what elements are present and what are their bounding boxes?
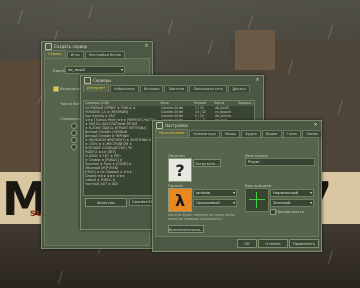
- tab-keyboard[interactable]: Клавиатура: [189, 130, 220, 137]
- window-icon: [156, 122, 163, 129]
- window-icon: [45, 43, 52, 50]
- enable-bots-checkbox[interactable]: [53, 86, 59, 92]
- logo-color-select[interactable]: Оранжевый: [193, 199, 237, 207]
- cancel-button[interactable]: Отмена: [258, 239, 288, 248]
- map-label: Карта: [53, 68, 65, 73]
- tab-video[interactable]: Видео: [261, 130, 282, 137]
- tab-friends[interactable]: Друзья: [228, 85, 250, 92]
- building-window: [235, 30, 275, 70]
- settings-title: Настройки: [165, 123, 188, 128]
- logo-type-select[interactable]: lambda: [193, 189, 237, 197]
- settings-window[interactable]: Настройки × Мультиплеер Клавиатура Мышь …: [152, 120, 322, 252]
- tab-history[interactable]: История: [139, 85, 164, 92]
- transparency-label: Прозрачность: [276, 209, 304, 214]
- lambda-logo-icon: λ: [168, 188, 192, 212]
- servers-title: Серверы: [93, 78, 112, 83]
- close-icon[interactable]: ×: [313, 123, 318, 128]
- window-icon: [84, 77, 91, 84]
- tab-mouse[interactable]: Мышь: [220, 130, 241, 137]
- difficulty-radio-4[interactable]: [71, 144, 77, 150]
- difficulty-radio-3[interactable]: [71, 137, 77, 143]
- tab-server[interactable]: Сервер: [44, 50, 66, 58]
- server-name-cell: Частный 24/7 ★ DD2: [85, 182, 119, 186]
- logo-hint-text: Логотип будет нанесен на стены после наж…: [168, 213, 235, 221]
- tab-voice[interactable]: Голос: [282, 130, 302, 137]
- filters-button[interactable]: Фильтры: [85, 198, 127, 207]
- close-icon[interactable]: ×: [144, 44, 149, 49]
- tab-bot-settings[interactable]: Настройки ботов: [84, 51, 125, 58]
- create-server-tabs: Сервер Игра Настройки ботов: [42, 50, 152, 58]
- difficulty-label: Сложность: [60, 116, 83, 121]
- tab-lan[interactable]: Локальная сеть: [189, 85, 228, 92]
- crosshair-style-select[interactable]: Нормальный: [270, 189, 314, 197]
- player-name-field[interactable]: Player: [245, 158, 315, 166]
- create-server-title: Создать сервер: [54, 44, 88, 49]
- apply-button[interactable]: Применить: [289, 239, 319, 248]
- ok-button[interactable]: ОК: [237, 239, 257, 248]
- servers-tabs: Интернет Избранное История Зрители Локал…: [81, 84, 263, 92]
- difficulty-radio-2[interactable]: [71, 130, 77, 136]
- advanced-button[interactable]: Дополнительно...: [168, 225, 204, 233]
- column-latency[interactable]: Задерж...: [238, 101, 254, 106]
- close-icon[interactable]: ×: [255, 78, 260, 83]
- tab-internet[interactable]: Интернет: [83, 84, 110, 92]
- tab-game[interactable]: Игра: [66, 51, 84, 58]
- crosshair-preview: [245, 188, 269, 212]
- settings-panel: Логотип ? Загрузить... Имя игрока Player…: [155, 137, 319, 237]
- tab-multiplayer[interactable]: Мультиплеер: [155, 129, 189, 137]
- map-select[interactable]: de_dust2: [65, 66, 125, 74]
- settings-tabs: Мультиплеер Клавиатура Мышь Аудио Видео …: [153, 129, 322, 137]
- tab-lock[interactable]: Замок: [302, 130, 322, 137]
- tab-spectate[interactable]: Зрители: [164, 85, 189, 92]
- tab-audio[interactable]: Аудио: [241, 130, 261, 137]
- tab-favorites[interactable]: Избранное: [110, 85, 139, 92]
- difficulty-radio-1[interactable]: [71, 123, 77, 129]
- crosshair-color-select[interactable]: Зеленый: [270, 199, 314, 207]
- logo-preview: ?: [168, 158, 192, 182]
- upload-logo-button[interactable]: Загрузить...: [193, 159, 221, 167]
